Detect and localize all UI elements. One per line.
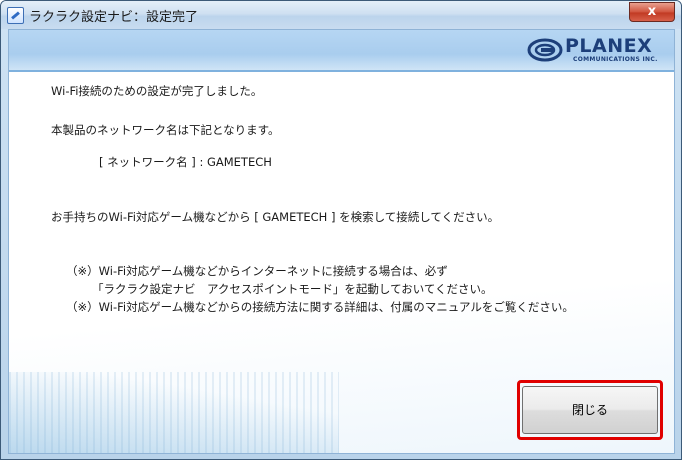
network-name-value: [ ネットワーク名 ] : GAMETECH bbox=[99, 155, 272, 169]
search-instruction: お手持ちのWi-Fi対応ゲーム機などから [ GAMETECH ] を検索して接… bbox=[51, 210, 500, 224]
note-internet-line2: 「ラクラク設定ナビ アクセスポイントモード」を起動しておいてください。 bbox=[92, 282, 493, 296]
brand-subtitle: COMMUNICATIONS INC. bbox=[573, 56, 658, 63]
planex-logo: PLANEX COMMUNICATIONS INC. bbox=[527, 35, 667, 65]
network-name-intro: 本製品のネットワーク名は下記となります。 bbox=[51, 123, 280, 137]
decorative-graphic bbox=[9, 372, 339, 453]
title-bar[interactable]: ラクラク設定ナビ：設定完了 x bbox=[1, 1, 681, 29]
app-icon bbox=[7, 7, 24, 24]
window-close-button[interactable]: x bbox=[629, 2, 675, 22]
planex-logo-icon bbox=[527, 38, 563, 62]
close-icon: x bbox=[647, 4, 657, 19]
completion-message: Wi-Fi接続のための設定が完了しました。 bbox=[51, 84, 263, 98]
dialog-window: ラクラク設定ナビ：設定完了 x PLANEX COMMUNICATIONS IN… bbox=[0, 0, 682, 460]
header-band: PLANEX COMMUNICATIONS INC. bbox=[9, 30, 674, 70]
window-title: ラクラク設定ナビ：設定完了 bbox=[29, 10, 199, 25]
note-manual: （※）Wi-Fi対応ゲーム機などからの接続方法に関する詳細は、付属のマニュアルを… bbox=[66, 300, 574, 314]
brand-name: PLANEX bbox=[565, 35, 653, 57]
content-panel: PLANEX COMMUNICATIONS INC. Wi-Fi接続のための設定… bbox=[8, 29, 675, 454]
note-internet-line1: （※）Wi-Fi対応ゲーム機などからインターネットに接続する場合は、必ず bbox=[66, 264, 448, 278]
close-button[interactable]: 閉じる bbox=[522, 386, 658, 434]
